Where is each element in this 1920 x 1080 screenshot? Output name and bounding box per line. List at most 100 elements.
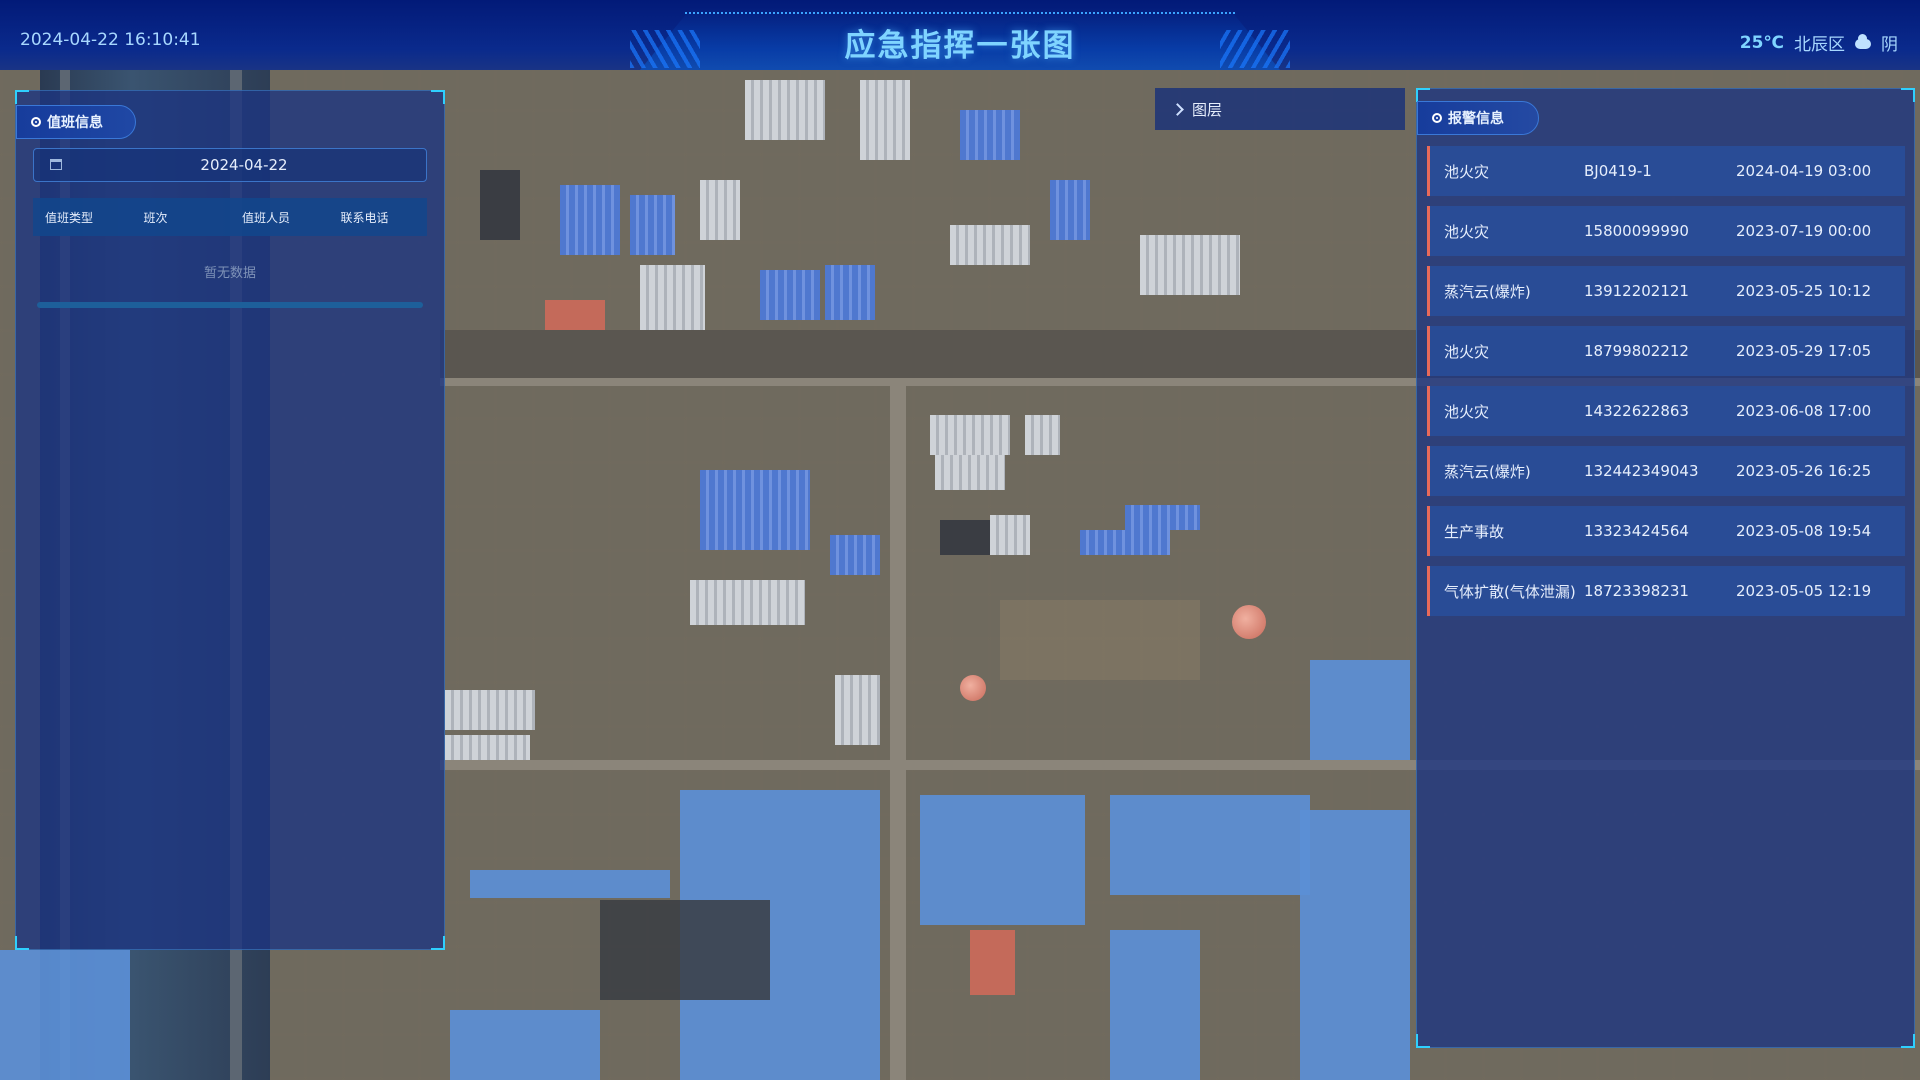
alarm-type: 池火灾 <box>1444 402 1490 421</box>
map-building <box>700 180 740 240</box>
alarm-panel: 报警信息 池火灾 BJ0419-1 2024-04-19 03:00 池火灾 1… <box>1416 88 1915 1048</box>
map-building <box>1025 415 1060 455</box>
map-building <box>990 515 1030 555</box>
map-storage-tank <box>960 675 986 701</box>
alarm-type: 池火灾 <box>1444 222 1490 241</box>
panel-corner <box>1416 1034 1430 1048</box>
map-building <box>560 185 620 255</box>
alarm-time: 2023-06-08 17:00 <box>1736 402 1872 420</box>
alarm-item[interactable]: 池火灾 15800099990 2023-07-19 00:00 <box>1427 206 1905 256</box>
weather-info: 25℃ 北辰区 阴 <box>1739 30 1898 56</box>
map-building <box>825 265 875 320</box>
map-field <box>470 870 670 898</box>
alarm-item[interactable]: 池火灾 14322622863 2023-06-08 17:00 <box>1427 386 1905 436</box>
target-icon <box>31 117 41 127</box>
panel-corner <box>431 936 445 950</box>
temperature: 25℃ <box>1739 32 1784 53</box>
column-header-phone[interactable]: 联系电话 <box>329 209 428 226</box>
cloud-icon <box>1855 33 1871 49</box>
map-building <box>935 455 1005 490</box>
map-building <box>600 900 770 1000</box>
map-yard <box>1000 600 1200 680</box>
alarm-type: 蒸汽云(爆炸) <box>1444 282 1531 301</box>
alarm-item[interactable]: 气体扩散(气体泄漏) 18723398231 2023-05-05 12:19 <box>1427 566 1905 616</box>
alarm-time: 2023-05-25 10:12 <box>1736 282 1872 300</box>
map-building <box>690 580 805 625</box>
alarm-time: 2023-05-29 17:05 <box>1736 342 1872 360</box>
map-building <box>860 80 910 160</box>
map-building <box>1125 505 1200 530</box>
alarm-time: 2023-05-08 19:54 <box>1736 522 1872 540</box>
map-building <box>1080 530 1170 555</box>
alarm-item[interactable]: 生产事故 13323424564 2023-05-08 19:54 <box>1427 506 1905 556</box>
map-building <box>640 265 705 330</box>
alarm-item[interactable]: 池火灾 18799802212 2023-05-29 17:05 <box>1427 326 1905 376</box>
map-building <box>930 415 1010 455</box>
duty-panel-title-text: 值班信息 <box>47 115 103 131</box>
map-building <box>950 225 1030 265</box>
alarm-id: 18723398231 <box>1584 582 1689 600</box>
map-field <box>0 950 130 1080</box>
alarm-panel-title-text: 报警信息 <box>1448 111 1504 127</box>
panel-corner <box>1901 1034 1915 1048</box>
map-building <box>760 270 820 320</box>
alarm-time: 2023-05-26 16:25 <box>1736 462 1872 480</box>
alarm-item[interactable]: 池火灾 BJ0419-1 2024-04-19 03:00 <box>1427 146 1905 196</box>
map-field <box>1110 795 1310 895</box>
alarm-id: 13323424564 <box>1584 522 1689 540</box>
district: 北辰区 <box>1794 35 1845 55</box>
column-header-shift[interactable]: 班次 <box>132 209 231 226</box>
alarm-time: 2024-04-19 03:00 <box>1736 162 1872 180</box>
alarm-id: 15800099990 <box>1584 222 1689 240</box>
map-building <box>480 170 520 240</box>
alarm-time: 2023-05-05 12:19 <box>1736 582 1872 600</box>
map-building <box>630 195 675 255</box>
map-field <box>1300 810 1410 1080</box>
alarm-id: 14322622863 <box>1584 402 1689 420</box>
alarm-item[interactable]: 蒸汽云(爆炸) 13912202121 2023-05-25 10:12 <box>1427 266 1905 316</box>
map-building <box>835 675 880 745</box>
alarm-type: 生产事故 <box>1444 522 1505 541</box>
column-header-duty-type[interactable]: 值班类型 <box>33 209 132 226</box>
map-field <box>920 795 1085 925</box>
layer-button-label: 图层 <box>1192 100 1223 119</box>
duty-panel: 值班信息 2024-04-22 值班类型 班次 值班人员 联系电话 暂无数据 <box>15 90 445 950</box>
map-building <box>445 735 530 760</box>
panel-corner <box>15 936 29 950</box>
alarm-type: 池火灾 <box>1444 342 1490 361</box>
map-building <box>830 535 880 575</box>
duty-table-header: 值班类型 班次 值班人员 联系电话 <box>33 198 427 236</box>
map-building <box>745 80 825 140</box>
alarm-time: 2023-07-19 00:00 <box>1736 222 1872 240</box>
panel-corner <box>431 90 445 104</box>
map-building <box>1140 235 1240 295</box>
map-field <box>1110 930 1200 1080</box>
map-building <box>700 470 810 550</box>
map-field <box>450 1010 600 1080</box>
map-storage-tank <box>1232 605 1266 639</box>
target-icon <box>1432 113 1442 123</box>
column-header-staff[interactable]: 值班人员 <box>230 209 329 226</box>
panel-corner <box>1416 88 1430 102</box>
alarm-type: 池火灾 <box>1444 162 1490 181</box>
alarm-panel-title: 报警信息 <box>1417 101 1539 135</box>
current-datetime: 2024-04-22 16:10:41 <box>20 30 201 50</box>
map-building <box>1050 180 1090 240</box>
duty-date-picker[interactable]: 2024-04-22 <box>33 148 427 182</box>
map-building <box>545 300 605 330</box>
alarm-list: 池火灾 BJ0419-1 2024-04-19 03:00 池火灾 158000… <box>1427 146 1905 626</box>
map-building <box>960 110 1020 160</box>
alarm-type: 气体扩散(气体泄漏) <box>1444 582 1576 601</box>
top-header: 应急指挥一张图 2024-04-22 16:10:41 25℃ 北辰区 阴 <box>0 0 1920 70</box>
panel-corner <box>15 90 29 104</box>
map-building <box>970 930 1015 995</box>
panel-corner <box>1901 88 1915 102</box>
alarm-id: BJ0419-1 <box>1584 162 1652 180</box>
weather-condition: 阴 <box>1881 35 1898 55</box>
alarm-id: 132442349043 <box>1584 462 1699 480</box>
alarm-item[interactable]: 蒸汽云(爆炸) 132442349043 2023-05-26 16:25 <box>1427 446 1905 496</box>
map-building <box>445 690 535 730</box>
layer-toggle-button[interactable]: 图层 <box>1155 88 1405 130</box>
chevron-right-icon <box>1171 102 1184 116</box>
duty-table-scrollbar[interactable] <box>37 302 423 308</box>
